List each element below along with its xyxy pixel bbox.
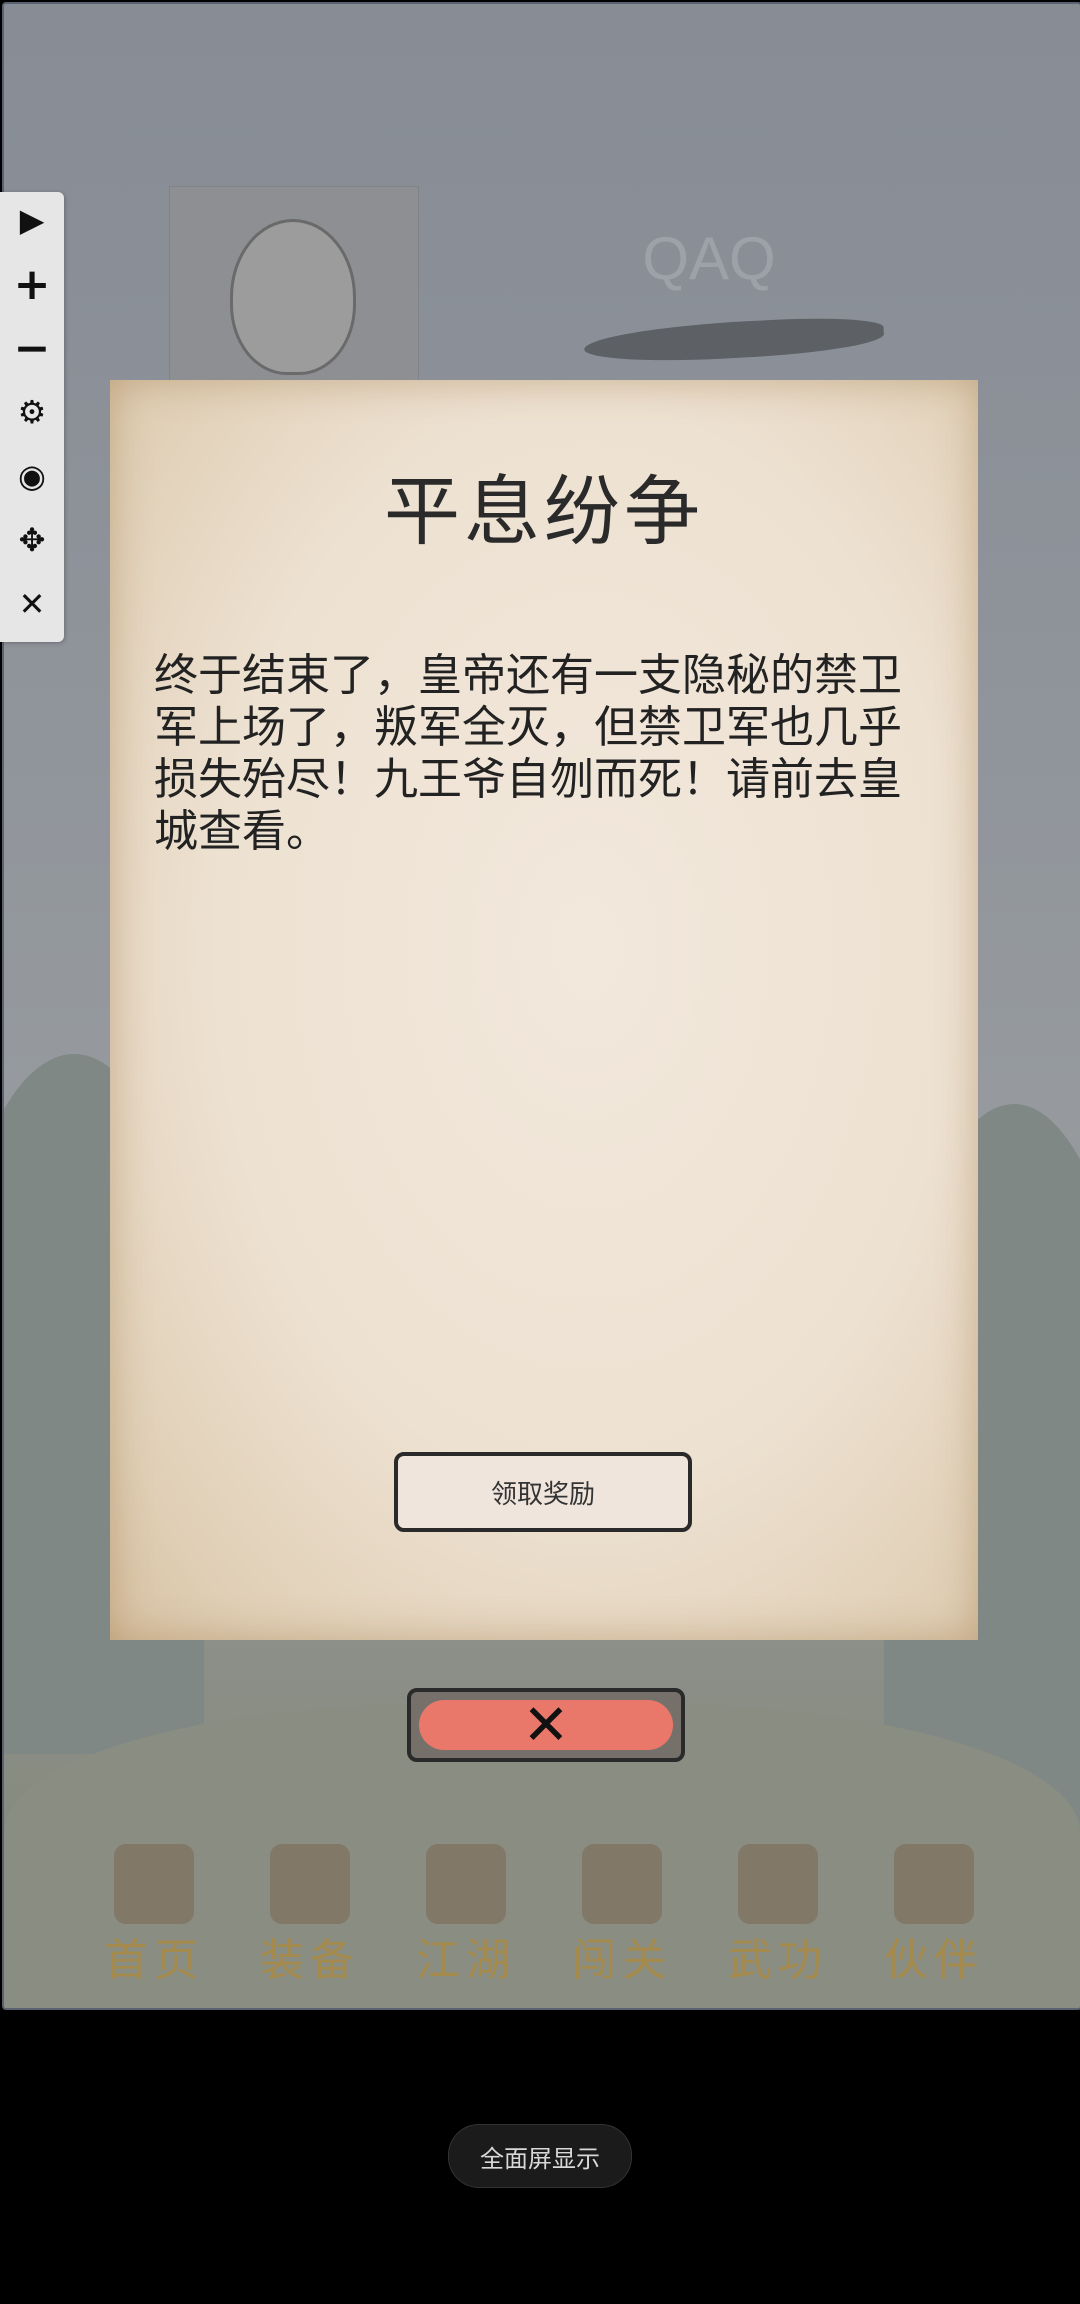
settings-button[interactable]: ⚙ — [0, 384, 64, 440]
zoom-out-icon: − — [13, 322, 51, 374]
avatar — [230, 219, 356, 375]
zoom-in-button[interactable]: + — [0, 256, 64, 312]
game-viewport: QAQ 首页 装备 江湖 闯关 武功 伙伴 平息纷争 终于结束了，皇帝还有一支隐… — [2, 2, 1080, 2010]
gear-icon: ⚙ — [17, 393, 47, 431]
nav-item-home[interactable]: 首页 — [84, 1844, 224, 1986]
ink-stroke-decoration — [583, 314, 885, 366]
nav-item-martial-arts[interactable]: 武功 — [708, 1844, 848, 1986]
equipment-icon — [270, 1844, 350, 1924]
eye-off-icon: ◉ — [18, 457, 46, 495]
toolbar-close-button[interactable]: ✕ — [0, 576, 64, 632]
nav-label: 伙伴 — [884, 1935, 984, 1986]
event-dialog: 平息纷争 终于结束了，皇帝还有一支隐秘的禁卫军上场了，叛军全灭，但禁卫军也几乎损… — [110, 380, 978, 1640]
partners-icon — [894, 1844, 974, 1924]
swords-icon — [582, 1844, 662, 1924]
player-avatar-card[interactable] — [169, 186, 419, 388]
zoom-in-icon: + — [13, 258, 51, 310]
zoom-out-button[interactable]: − — [0, 320, 64, 376]
close-icon: ✕ — [522, 1692, 570, 1758]
play-button[interactable]: ▶ — [0, 192, 64, 248]
move-icon: ✥ — [18, 521, 46, 559]
bottom-nav: 首页 装备 江湖 闯关 武功 伙伴 — [84, 1844, 1004, 1986]
nav-label: 闯关 — [572, 1935, 672, 1986]
nav-item-stages[interactable]: 闯关 — [552, 1844, 692, 1986]
home-icon — [114, 1844, 194, 1924]
move-button[interactable]: ✥ — [0, 512, 64, 568]
play-icon: ▶ — [19, 201, 45, 239]
nav-item-partners[interactable]: 伙伴 — [864, 1844, 1004, 1986]
nav-item-jianghu[interactable]: 江湖 — [396, 1844, 536, 1986]
dialog-close-button[interactable]: ✕ — [407, 1688, 685, 1762]
nav-label: 首页 — [104, 1935, 204, 1986]
nav-label: 武功 — [728, 1935, 828, 1986]
player-name: QAQ — [642, 225, 776, 292]
nav-item-equipment[interactable]: 装备 — [240, 1844, 380, 1986]
screen: QAQ 首页 装备 江湖 闯关 武功 伙伴 平息纷争 终于结束了，皇帝还有一支隐… — [0, 0, 1080, 2304]
fullscreen-display-button[interactable]: 全面屏显示 — [448, 2124, 632, 2188]
dialog-body-text: 终于结束了，皇帝还有一支隐秘的禁卫军上场了，叛军全灭，但禁卫军也几乎损失殆尽！九… — [154, 650, 902, 857]
close-icon: ✕ — [18, 585, 46, 623]
dialog-title: 平息纷争 — [384, 467, 704, 556]
hide-button[interactable]: ◉ — [0, 448, 64, 504]
floating-toolbar: ▶ + − ⚙ ◉ ✥ ✕ — [0, 192, 64, 642]
nav-label: 装备 — [260, 1935, 360, 1986]
book-icon — [738, 1844, 818, 1924]
claim-reward-button[interactable]: 领取奖励 — [394, 1452, 692, 1532]
scroll-icon — [426, 1844, 506, 1924]
nav-label: 江湖 — [416, 1935, 516, 1986]
